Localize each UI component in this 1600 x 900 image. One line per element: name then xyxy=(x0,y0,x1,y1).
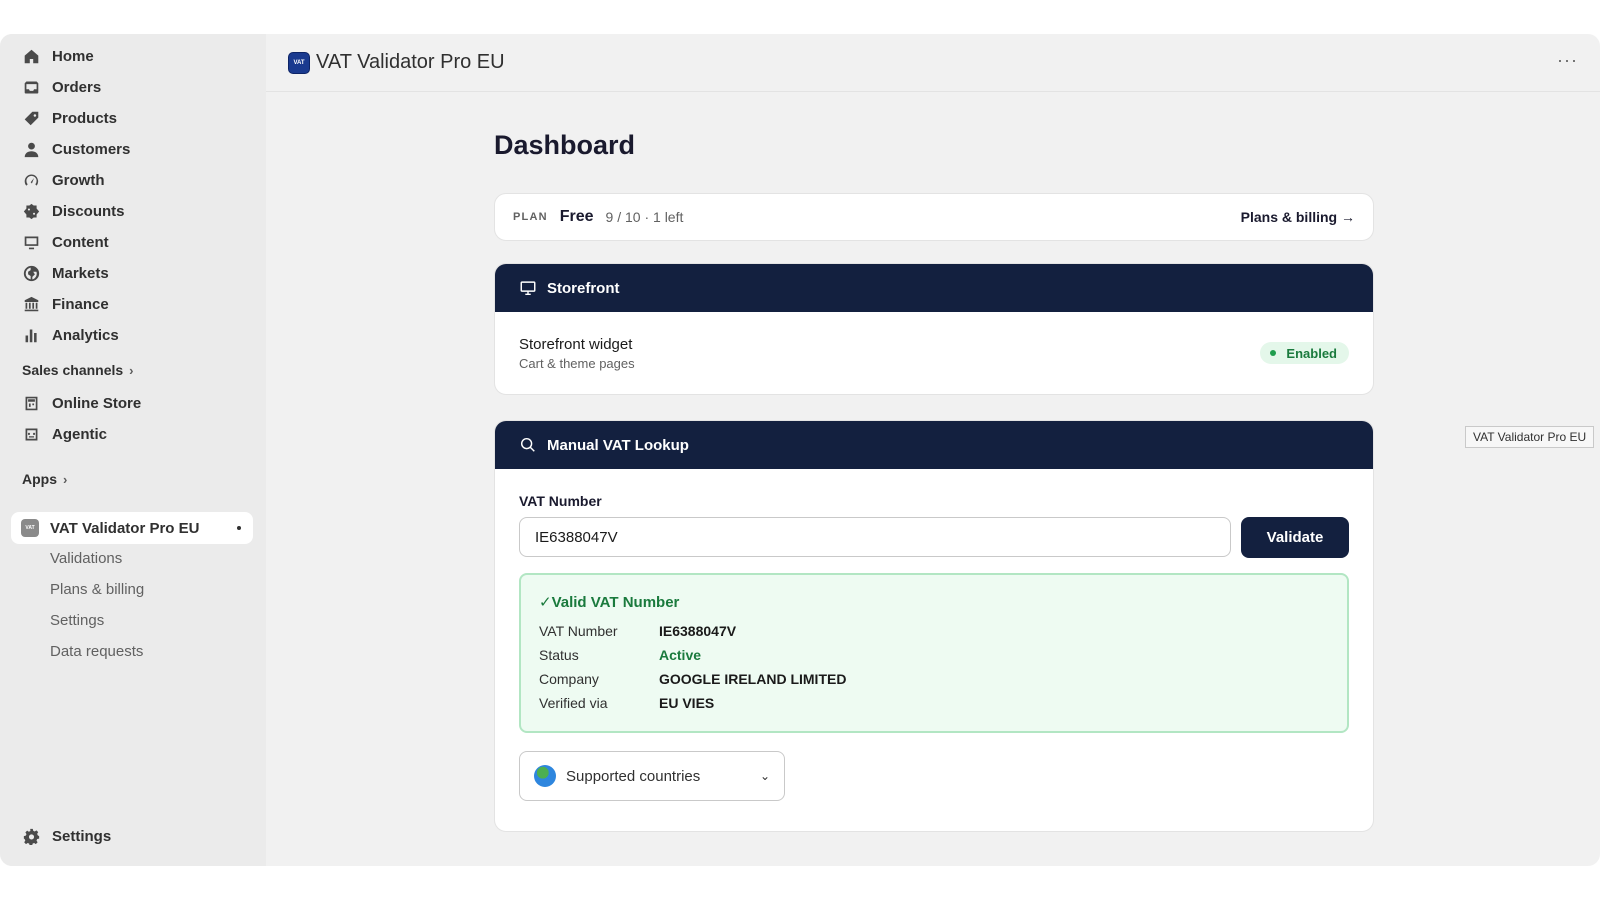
supported-countries-dropdown[interactable]: Supported countries ⌄ xyxy=(519,751,785,801)
sidebar-item-home[interactable]: Home xyxy=(12,41,252,71)
monitor-icon xyxy=(520,281,536,296)
vat-lookup-body: VAT Number Validate ✓Valid VAT Number VA… xyxy=(495,469,1373,801)
sidebar-subitem-plans-billing[interactable]: Plans & billing xyxy=(50,581,144,598)
app-tooltip: VAT Validator Pro EU xyxy=(1465,426,1595,448)
active-indicator xyxy=(237,526,241,530)
result-row: Verified via EU VIES xyxy=(539,695,715,711)
home-icon xyxy=(22,47,40,65)
storefront-header: Storefront xyxy=(495,264,1373,312)
chevron-right-icon: › xyxy=(129,362,134,378)
result-row: Company GOOGLE IRELAND LIMITED xyxy=(539,671,847,687)
sidebar-item-finance[interactable]: Finance xyxy=(12,289,252,319)
sidebar-item-growth[interactable]: Growth xyxy=(12,165,252,195)
app-logo-icon: VAT xyxy=(21,519,39,537)
sidebar: Home Orders Products Customers Growth Di… xyxy=(0,34,266,866)
storefront-widget-row: Storefront widget Cart & theme pages Ena… xyxy=(495,312,1373,394)
inbox-icon xyxy=(22,78,40,96)
sidebar-item-orders[interactable]: Orders xyxy=(12,72,252,102)
person-icon xyxy=(22,140,40,158)
robot-icon xyxy=(22,425,40,443)
sidebar-item-discounts[interactable]: Discounts xyxy=(12,196,252,226)
plan-card: PLAN Free 9 / 10 · 1 left Plans & billin… xyxy=(494,193,1374,241)
plan-name: Free xyxy=(559,208,594,225)
storefront-card: Storefront Storefront widget Cart & them… xyxy=(494,263,1374,395)
validation-result: ✓Valid VAT Number VAT Number IE6388047V … xyxy=(519,573,1349,733)
sidebar-item-products[interactable]: Products xyxy=(12,103,252,133)
globe-icon xyxy=(22,264,40,282)
sidebar-subitem-validations[interactable]: Validations xyxy=(50,550,122,567)
app-header: VAT VAT Validator Pro EU ··· xyxy=(266,34,1600,92)
validate-button[interactable]: Validate xyxy=(1241,517,1349,558)
search-icon xyxy=(520,437,535,452)
status-dot xyxy=(1270,350,1277,356)
vat-number-input[interactable] xyxy=(519,517,1231,557)
vat-lookup-header: Manual VAT Lookup xyxy=(495,421,1373,469)
sidebar-item-online-store[interactable]: Online Store xyxy=(12,388,252,418)
tag-icon xyxy=(22,109,40,127)
bank-icon xyxy=(22,295,40,313)
sidebar-item-content[interactable]: Content xyxy=(12,227,252,257)
globe-icon xyxy=(534,765,556,787)
app-title: VAT Validator Pro EU xyxy=(316,51,505,73)
gear-icon xyxy=(22,827,40,845)
chevron-down-icon: ⌄ xyxy=(759,769,770,783)
sidebar-item-customers[interactable]: Customers xyxy=(12,134,252,164)
plan-label: PLAN xyxy=(513,211,548,223)
vat-logo-icon: VAT xyxy=(288,51,310,74)
chevron-right-icon: › xyxy=(63,471,68,487)
admin-frame: Home Orders Products Customers Growth Di… xyxy=(0,34,1600,866)
sidebar-subitem-settings[interactable]: Settings xyxy=(50,612,104,629)
vat-lookup-card: Manual VAT Lookup VAT Number Validate ✓V… xyxy=(494,420,1374,832)
sidebar-item-analytics[interactable]: Analytics xyxy=(12,320,252,350)
bar-chart-icon xyxy=(22,326,40,344)
gauge-icon xyxy=(22,171,40,189)
result-row: VAT Number IE6388047V xyxy=(539,623,737,639)
store-icon xyxy=(22,394,40,412)
sidebar-item-vat-validator[interactable]: VAT VAT Validator Pro EU xyxy=(11,512,253,544)
widget-subtitle: Cart & theme pages xyxy=(519,356,635,371)
status-badge: Enabled xyxy=(1260,342,1349,364)
apps-heading[interactable]: Apps › xyxy=(22,471,67,487)
sales-channels-heading[interactable]: Sales channels › xyxy=(22,362,134,378)
page-title: Dashboard xyxy=(494,130,636,160)
sidebar-item-agentic[interactable]: Agentic xyxy=(12,419,252,449)
discount-icon xyxy=(22,202,40,220)
more-options-icon[interactable]: ··· xyxy=(1557,50,1578,71)
result-row: Status Active xyxy=(539,647,702,663)
monitor-icon xyxy=(22,233,40,251)
sidebar-item-markets[interactable]: Markets xyxy=(12,258,252,288)
result-title: ✓Valid VAT Number xyxy=(539,594,680,611)
vat-number-label: VAT Number xyxy=(519,493,602,509)
sidebar-item-settings[interactable]: Settings xyxy=(12,821,252,851)
sidebar-subitem-data-requests[interactable]: Data requests xyxy=(50,643,143,660)
plan-usage: 9 / 10 · 1 left xyxy=(605,209,684,225)
plans-billing-link[interactable]: Plans & billing → xyxy=(1241,209,1355,225)
widget-title: Storefront widget xyxy=(519,336,633,353)
